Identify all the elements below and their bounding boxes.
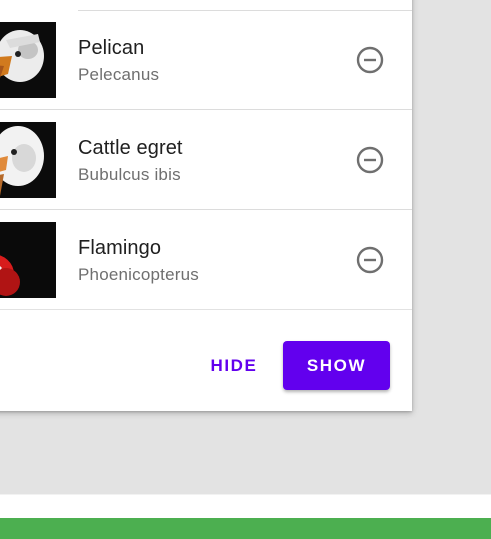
divider bbox=[0, 494, 491, 495]
remove-flamingo-button[interactable] bbox=[354, 244, 386, 276]
list-item-text: Cattle egret Bubulcus ibis bbox=[78, 136, 183, 186]
bird-scientific-name: Bubulcus ibis bbox=[78, 165, 181, 184]
hide-button[interactable]: HIDE bbox=[202, 342, 266, 390]
bird-name: Cattle egret bbox=[78, 137, 183, 159]
remove-pelican-button[interactable] bbox=[354, 44, 386, 76]
remove-cattle-egret-button[interactable] bbox=[354, 144, 386, 176]
list-item-text: Flamingo Phoenicopterus bbox=[78, 236, 199, 286]
screen: Pelican Pelecanus Cattle egret Bubulcus … bbox=[0, 0, 491, 539]
card-actions: HIDE SHOW bbox=[0, 340, 412, 411]
bottom-bar bbox=[0, 518, 491, 539]
list-item-flamingo[interactable]: Flamingo Phoenicopterus bbox=[0, 210, 412, 310]
bird-name: Flamingo bbox=[78, 237, 162, 259]
bird-thumbnail bbox=[0, 122, 56, 198]
bird-name: Pelican bbox=[78, 37, 145, 59]
bird-scientific-name: Pelecanus bbox=[78, 65, 160, 84]
bird-list-card: Pelican Pelecanus Cattle egret Bubulcus … bbox=[0, 0, 412, 411]
bird-list[interactable]: Pelican Pelecanus Cattle egret Bubulcus … bbox=[0, 10, 412, 310]
remove-circle-icon bbox=[356, 146, 384, 174]
list-item-text: Pelican Pelecanus bbox=[78, 36, 159, 86]
remove-circle-icon bbox=[356, 46, 384, 74]
list-item-cattle-egret[interactable]: Cattle egret Bubulcus ibis bbox=[0, 110, 412, 210]
show-button[interactable]: SHOW bbox=[283, 341, 390, 390]
list-item-pelican[interactable]: Pelican Pelecanus bbox=[0, 10, 412, 110]
remove-circle-icon bbox=[356, 246, 384, 274]
bird-thumbnail bbox=[0, 222, 56, 298]
bird-scientific-name: Phoenicopterus bbox=[78, 265, 199, 284]
bird-thumbnail bbox=[0, 22, 56, 98]
